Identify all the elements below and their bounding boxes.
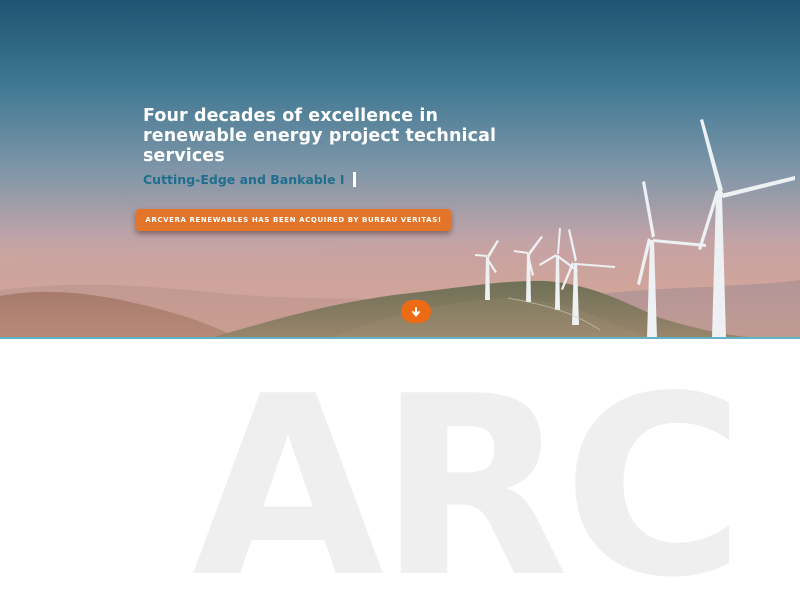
acquisition-announcement-button[interactable]: ARCVERA RENEWABLES HAS BEEN ACQUIRED BY … [136, 209, 451, 231]
arrow-down-icon [412, 306, 420, 316]
hero-divider [0, 337, 800, 339]
typing-cursor [352, 172, 356, 187]
hero-headline: Four decades of excellence in renewable … [143, 106, 497, 166]
hero-tagline: Cutting-Edge and Bankable I [143, 172, 356, 187]
hero-section: Four decades of excellence in renewable … [0, 0, 800, 338]
hero-background-image [0, 119, 800, 338]
brand-watermark: ARC [192, 344, 745, 600]
hero-tagline-text: Cutting-Edge and Bankable I [143, 172, 345, 187]
scroll-down-button[interactable] [401, 300, 431, 323]
